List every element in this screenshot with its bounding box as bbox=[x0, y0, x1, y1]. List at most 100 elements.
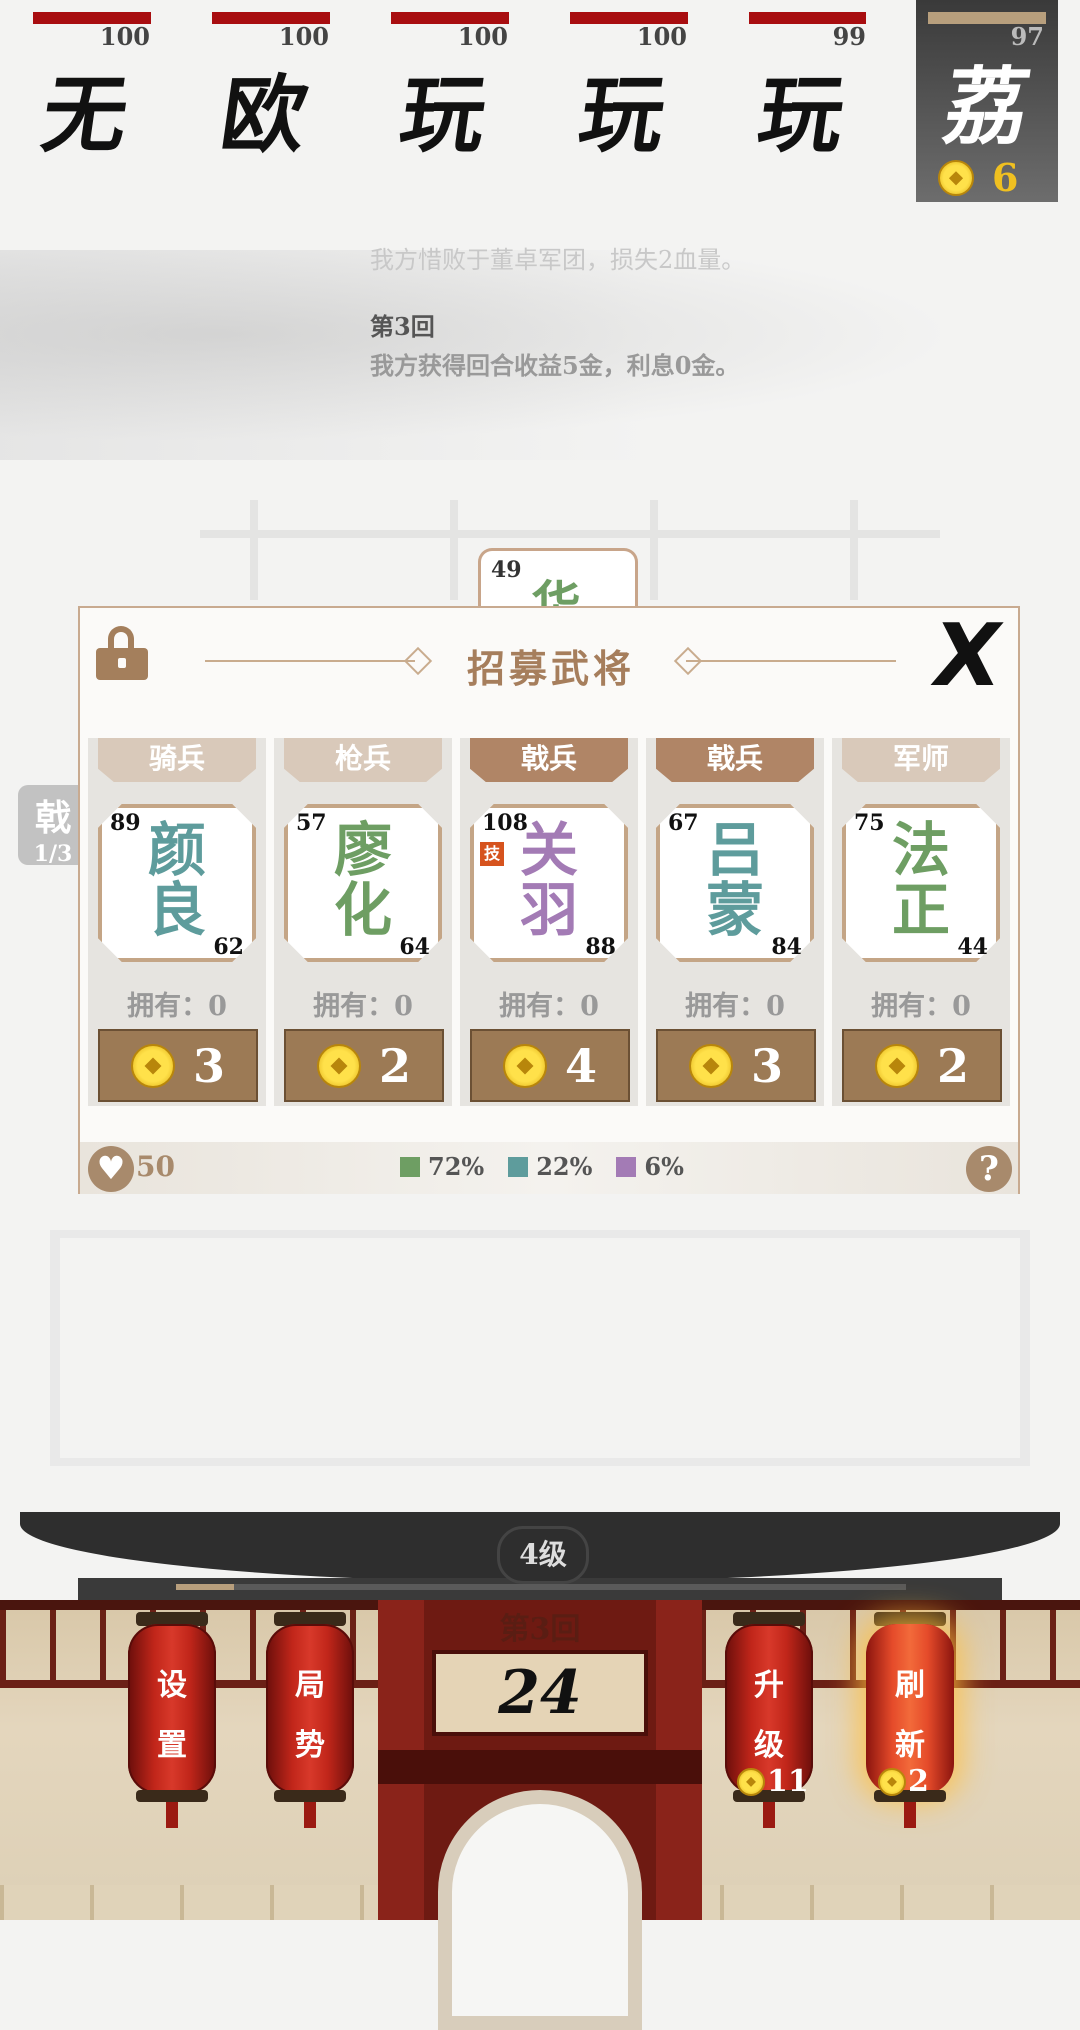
settings-button[interactable]: 设 置 bbox=[128, 1612, 216, 1828]
buy-button[interactable]: 3 bbox=[98, 1029, 258, 1102]
coin-icon bbox=[688, 1043, 733, 1088]
player-slot[interactable]: 100 玩 bbox=[368, 0, 509, 200]
hp-value: 99 bbox=[832, 22, 866, 51]
gold-value: 6 bbox=[992, 155, 1019, 200]
owned-count: 拥有：0 bbox=[685, 991, 785, 1022]
general-card[interactable]: 骑兵 89 颜 良 62 拥有：0 3 bbox=[88, 738, 266, 1106]
player-name: 欧 bbox=[215, 65, 312, 164]
log-line: 我方获得回合收益5金，利息0金。 bbox=[370, 351, 740, 380]
buy-button[interactable]: 4 bbox=[470, 1029, 630, 1102]
cost-value: 2 bbox=[378, 1038, 411, 1093]
round-label: 第3回 bbox=[499, 1612, 581, 1647]
general-card[interactable]: 军师 75 法 正 44 拥有：0 2 bbox=[832, 738, 1010, 1106]
general-name-bottom: 良 bbox=[147, 876, 206, 944]
log-round-title: 第3回 bbox=[370, 312, 435, 341]
odds-item: 72% bbox=[400, 1152, 484, 1181]
self-player-slot[interactable]: 97 荔 6 bbox=[916, 0, 1058, 202]
hp-value: 100 bbox=[278, 22, 329, 51]
owned-count: 拥有：0 bbox=[313, 991, 413, 1022]
cost-value: 3 bbox=[750, 1038, 783, 1093]
buy-button[interactable]: 2 bbox=[842, 1029, 1002, 1102]
recruit-cards: 骑兵 89 颜 良 62 拥有：0 3 枪兵 57 廖 化 64 拥有：0 2 … bbox=[88, 738, 1014, 1108]
unit-stat: 49 bbox=[491, 557, 522, 583]
coin-icon bbox=[130, 1043, 175, 1088]
general-card[interactable]: 戟兵 108 技 关 羽 88 拥有：0 4 bbox=[460, 738, 638, 1106]
gold-display: 6 bbox=[938, 155, 1018, 200]
hp-value: 100 bbox=[636, 22, 687, 51]
cost-value: 2 bbox=[936, 1038, 969, 1093]
refresh-cost: 2 bbox=[878, 1764, 929, 1799]
buy-button[interactable]: 2 bbox=[284, 1029, 444, 1102]
cost-value: 3 bbox=[192, 1038, 225, 1093]
coin-icon bbox=[938, 159, 974, 196]
upgrade-button[interactable]: 升 级 11 bbox=[725, 1612, 813, 1828]
player-name: 玩 bbox=[752, 65, 849, 164]
upgrade-cost: 11 bbox=[737, 1764, 809, 1799]
hall-gate bbox=[378, 1600, 702, 2030]
panel-title: 招募武将 bbox=[466, 646, 635, 691]
stat-defense: 88 bbox=[585, 934, 616, 960]
player-name: 荔 bbox=[938, 57, 1035, 156]
player-name: 无 bbox=[36, 65, 133, 164]
coin-icon bbox=[737, 1767, 765, 1796]
unit-type-banner: 军师 bbox=[842, 738, 1000, 782]
general-name-top: 廖 bbox=[333, 816, 392, 884]
coin-icon bbox=[502, 1043, 547, 1088]
refresh-button[interactable]: 刷 新 2 bbox=[866, 1612, 954, 1828]
unit-type-banner: 戟兵 bbox=[470, 738, 628, 782]
lantern-label: 升 bbox=[754, 1668, 784, 1703]
log-line: 我方惜败于董卓军团，损失2血量。 bbox=[370, 246, 746, 274]
hp-value: 100 bbox=[457, 22, 508, 51]
player-slot[interactable]: 100 无 bbox=[10, 0, 151, 200]
odds-item: 22% bbox=[508, 1152, 592, 1181]
lantern-label: 设 bbox=[157, 1668, 187, 1703]
stat-defense: 84 bbox=[771, 934, 802, 960]
general-name: 关 羽 bbox=[460, 820, 638, 940]
general-name: 廖 化 bbox=[274, 820, 452, 940]
close-button[interactable]: X bbox=[925, 606, 1009, 706]
coin-icon bbox=[878, 1767, 906, 1796]
odds-swatch bbox=[508, 1157, 529, 1177]
title-divider bbox=[686, 660, 896, 662]
general-name: 吕 蒙 bbox=[646, 820, 824, 940]
bench-board bbox=[50, 1230, 1030, 1466]
general-name-top: 颜 bbox=[147, 816, 206, 884]
situation-button[interactable]: 局 势 bbox=[266, 1612, 354, 1828]
player-slot[interactable]: 100 玩 bbox=[547, 0, 688, 200]
cost-value: 2 bbox=[908, 1764, 929, 1799]
lantern-label: 势 bbox=[295, 1728, 325, 1763]
general-name-bottom: 正 bbox=[891, 876, 950, 944]
general-name: 颜 良 bbox=[88, 820, 266, 940]
unit-type-banner: 戟兵 bbox=[656, 738, 814, 782]
owned-count: 拥有：0 bbox=[499, 991, 599, 1022]
buy-button[interactable]: 3 bbox=[656, 1029, 816, 1102]
unit-type-banner: 骑兵 bbox=[98, 738, 256, 782]
hp-value: 100 bbox=[99, 22, 150, 51]
odds-label: 6% bbox=[644, 1152, 684, 1181]
lantern-label: 局 bbox=[295, 1668, 325, 1703]
general-name-top: 吕 bbox=[705, 816, 764, 884]
general-card[interactable]: 戟兵 67 吕 蒙 84 拥有：0 3 bbox=[646, 738, 824, 1106]
stat-defense: 62 bbox=[213, 934, 244, 960]
odds-label: 22% bbox=[536, 1152, 593, 1181]
general-card[interactable]: 枪兵 57 廖 化 64 拥有：0 2 bbox=[274, 738, 452, 1106]
cost-value: 11 bbox=[767, 1764, 809, 1799]
help-button[interactable]: ? bbox=[966, 1146, 1012, 1192]
unit-type-banner: 枪兵 bbox=[284, 738, 442, 782]
xp-bar bbox=[176, 1584, 906, 1590]
level-badge: 4级 bbox=[497, 1526, 589, 1584]
recruit-panel: 招募武将 X 骑兵 89 颜 良 62 拥有：0 3 枪兵 57 廖 化 64 … bbox=[78, 606, 1020, 1194]
player-bar: 100 无 100 欧 100 玩 100 玩 99 玩 97 荔 6 bbox=[0, 0, 1080, 205]
player-slot[interactable]: 99 玩 bbox=[726, 0, 866, 200]
coin-icon bbox=[316, 1043, 361, 1088]
lantern-label: 刷 bbox=[895, 1668, 925, 1703]
general-name-bottom: 蒙 bbox=[705, 876, 764, 944]
general-name-top: 法 bbox=[891, 816, 950, 884]
general-name-bottom: 化 bbox=[333, 876, 392, 944]
recruit-footer: ♥ 50 72% 22% 6% ? bbox=[80, 1142, 1018, 1194]
odds-label: 72% bbox=[428, 1152, 485, 1181]
player-slot[interactable]: 100 欧 bbox=[189, 0, 330, 200]
cost-value: 4 bbox=[564, 1038, 597, 1093]
general-name: 法 正 bbox=[832, 820, 1010, 940]
lantern-label: 级 bbox=[754, 1728, 784, 1763]
